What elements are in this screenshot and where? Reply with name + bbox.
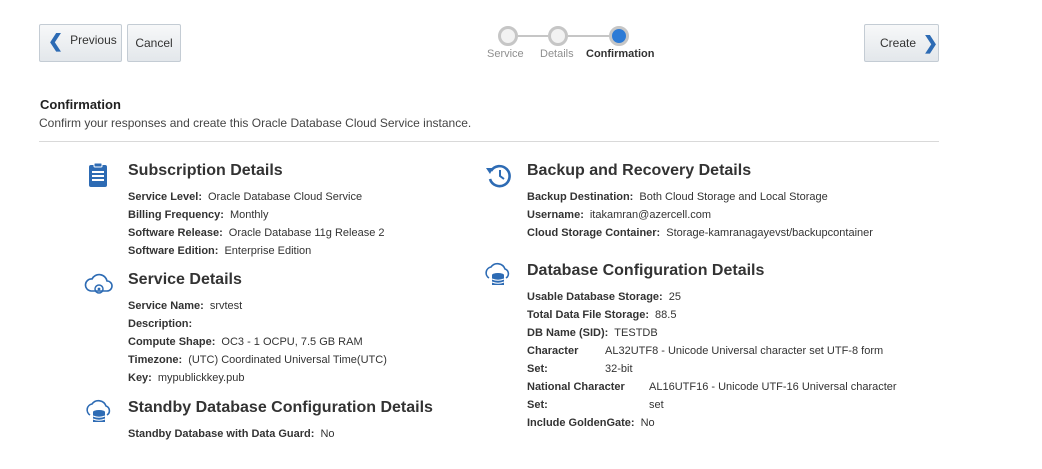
detail-key: Total Data File Storage: — [527, 309, 650, 321]
progress-train: Service Details Confirmation — [480, 26, 680, 66]
detail-key: Software Edition: — [128, 245, 219, 257]
detail-row: Usable Database Storage: 25 — [527, 288, 897, 306]
dbconfig-title: Database Configuration Details — [527, 262, 765, 279]
detail-key: Description: — [128, 318, 193, 330]
detail-value: 25 — [668, 291, 681, 303]
cancel-button-label: Cancel — [135, 36, 173, 50]
detail-row: Service Level: Oracle Database Cloud Serv… — [128, 188, 385, 206]
detail-key: Software Release: — [128, 227, 223, 239]
train-stop-confirmation — [609, 26, 629, 46]
detail-key: Backup Destination: — [527, 191, 634, 203]
detail-value: 32-bit — [605, 363, 633, 375]
detail-value: Oracle Database Cloud Service — [208, 191, 363, 203]
detail-row: Include GoldenGate: No — [527, 414, 897, 432]
cloud-gear-icon — [84, 271, 114, 299]
detail-row: Backup Destination: Both Cloud Storage an… — [527, 188, 873, 206]
standby-rows: Standby Database with Data Guard: No — [128, 425, 335, 443]
dbconfig-rows: Usable Database Storage: 25 Total Data Fi… — [527, 288, 897, 432]
detail-value: Enterprise Edition — [224, 245, 312, 257]
detail-key: Cloud Storage Container: — [527, 227, 661, 239]
detail-key: Usable Database Storage: — [527, 291, 663, 303]
chevron-left-icon: ❮ — [48, 30, 64, 51]
subscription-rows: Service Level: Oracle Database Cloud Serv… — [128, 188, 385, 260]
detail-value: OC3 - 1 OCPU, 7.5 GB RAM — [221, 336, 363, 348]
detail-row: Character AL32UTF8 - Unicode Universal ch… — [527, 342, 897, 360]
detail-value: itakamran@azercell.com — [589, 209, 712, 221]
train-connector — [518, 35, 548, 37]
train-stop-service[interactable] — [498, 26, 518, 46]
train-connector — [568, 35, 610, 37]
standby-title: Standby Database Configuration Details — [128, 399, 433, 416]
create-button[interactable]: Create ❯ — [864, 24, 939, 62]
detail-row: DB Name (SID): TESTDB — [527, 324, 897, 342]
backup-clock-icon — [483, 162, 513, 190]
detail-row: Total Data File Storage: 88.5 — [527, 306, 897, 324]
service-rows: Service Name: srvtest Description: Comput… — [128, 297, 387, 387]
detail-value: Both Cloud Storage and Local Storage — [639, 191, 828, 203]
create-button-label: Create — [880, 36, 917, 50]
detail-row: Description: — [128, 315, 387, 333]
detail-row: Service Name: srvtest — [128, 297, 387, 315]
detail-key: Compute Shape: — [128, 336, 216, 348]
detail-key: Timezone: — [128, 354, 183, 366]
detail-row: Timezone: (UTC) Coordinated Universal Tim… — [128, 351, 387, 369]
detail-row: Software Release: Oracle Database 11g Rel… — [128, 224, 385, 242]
detail-value: Storage-kamranagayevst/backupcontainer — [666, 227, 873, 239]
detail-value: (UTC) Coordinated Universal Time(UTC) — [188, 354, 387, 366]
detail-value: No — [640, 417, 655, 429]
detail-key: Standby Database with Data Guard: — [128, 428, 315, 440]
detail-value: Monthly — [229, 209, 269, 221]
detail-row: Cloud Storage Container: Storage-kamranag… — [527, 224, 873, 242]
detail-value: AL16UTF16 - Unicode UTF-16 Universal cha… — [649, 381, 897, 393]
previous-button[interactable]: ❮ Previous — [39, 24, 122, 62]
detail-value: 88.5 — [655, 309, 677, 321]
train-stop-details[interactable] — [548, 26, 568, 46]
detail-row: Set: 32-bit — [527, 360, 897, 378]
detail-key: Character — [527, 345, 579, 357]
detail-key: National Character — [527, 381, 625, 393]
detail-row: National Character AL16UTF16 - Unicode UT… — [527, 378, 897, 396]
detail-key: Billing Frequency: — [128, 209, 224, 221]
page-subtitle: Confirm your responses and create this O… — [39, 116, 472, 130]
clipboard-icon — [84, 162, 114, 190]
detail-value: No — [320, 428, 335, 440]
detail-key: Username: — [527, 209, 584, 221]
backup-title: Backup and Recovery Details — [527, 162, 752, 179]
cloud-database-icon — [84, 399, 114, 427]
train-label-service[interactable]: Service — [487, 48, 524, 60]
detail-key: Set: — [527, 363, 548, 375]
page-title: Confirmation — [40, 97, 121, 112]
detail-value: Oracle Database 11g Release 2 — [228, 227, 385, 239]
detail-value: srvtest — [209, 300, 243, 312]
detail-value: mypublickkey.pub — [157, 372, 245, 384]
detail-row: Standby Database with Data Guard: No — [128, 425, 335, 443]
detail-row: Key: mypublickkey.pub — [128, 369, 387, 387]
previous-button-label: Previous — [70, 33, 117, 47]
detail-key: Service Name: — [128, 300, 204, 312]
divider — [39, 141, 939, 142]
detail-value: TESTDB — [614, 327, 658, 339]
backup-rows: Backup Destination: Both Cloud Storage an… — [527, 188, 873, 242]
chevron-right-icon: ❯ — [923, 32, 939, 53]
detail-row: Software Edition: Enterprise Edition — [128, 242, 385, 260]
cancel-button[interactable]: Cancel — [127, 24, 181, 62]
detail-value: set — [649, 399, 664, 411]
detail-row: Set: set — [527, 396, 897, 414]
detail-key: Set: — [527, 399, 548, 411]
detail-value: AL32UTF8 - Unicode Universal character s… — [605, 345, 884, 357]
train-label-confirmation: Confirmation — [586, 48, 655, 60]
subscription-title: Subscription Details — [128, 162, 283, 179]
train-label-details[interactable]: Details — [540, 48, 574, 60]
detail-key: DB Name (SID): — [527, 327, 609, 339]
detail-row: Username: itakamran@azercell.com — [527, 206, 873, 224]
cloud-database-icon — [483, 262, 513, 290]
detail-key: Include GoldenGate: — [527, 417, 635, 429]
detail-key: Service Level: — [128, 191, 202, 203]
detail-row: Billing Frequency: Monthly — [128, 206, 385, 224]
detail-row: Compute Shape: OC3 - 1 OCPU, 7.5 GB RAM — [128, 333, 387, 351]
detail-key: Key: — [128, 372, 152, 384]
service-title: Service Details — [128, 271, 242, 288]
